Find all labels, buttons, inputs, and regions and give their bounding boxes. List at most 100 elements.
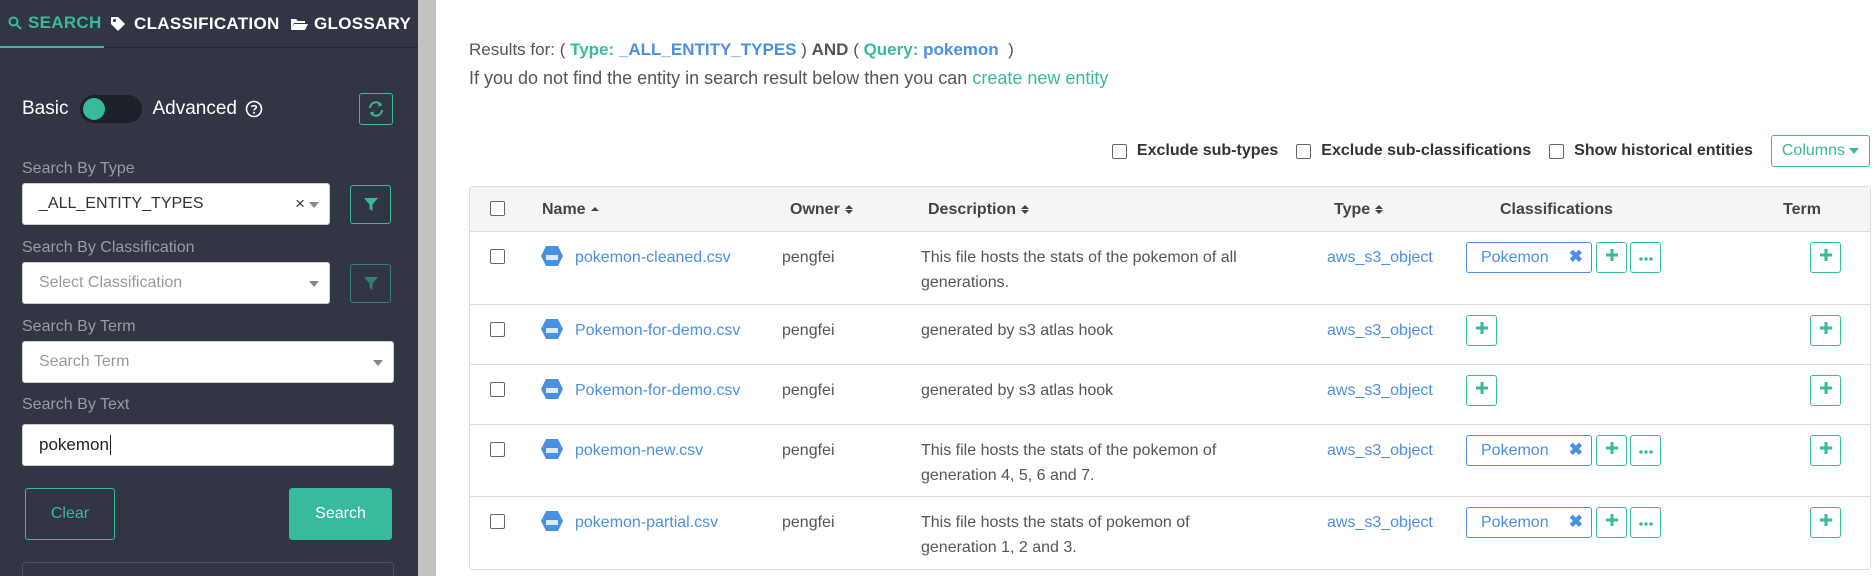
header-description[interactable]: Description xyxy=(928,187,1030,232)
header-type[interactable]: Type xyxy=(1334,187,1384,232)
classification-filter-button[interactable] xyxy=(350,264,391,303)
classification-tag[interactable]: Pokemon ✖ xyxy=(1466,507,1592,538)
select-all-checkbox[interactable] xyxy=(490,201,505,216)
classification-tag[interactable]: Pokemon ✖ xyxy=(1466,242,1592,273)
ellipsis-icon xyxy=(1638,514,1654,532)
show-historical-checkbox[interactable] xyxy=(1549,143,1565,159)
header-term-label: Term xyxy=(1783,200,1821,218)
table-header: Name Owner Description Type Classificati… xyxy=(470,187,1870,232)
remove-tag-icon[interactable]: ✖ xyxy=(1569,247,1583,267)
tab-classification[interactable]: CLASSIFICATION xyxy=(110,0,280,48)
clear-type-icon[interactable]: × xyxy=(295,194,305,214)
more-classifications-button[interactable] xyxy=(1630,242,1661,273)
type-filter-button[interactable] xyxy=(350,185,391,224)
question-circle-icon[interactable] xyxy=(245,100,263,118)
folder-open-icon xyxy=(291,19,308,30)
exclude-subclassifications-checkbox[interactable] xyxy=(1296,143,1312,159)
add-classification-button[interactable] xyxy=(1466,315,1497,346)
entity-type-link[interactable]: aws_s3_object xyxy=(1327,510,1433,535)
plus-icon xyxy=(1605,441,1619,460)
row-checkbox[interactable] xyxy=(490,514,505,529)
remove-tag-icon[interactable]: ✖ xyxy=(1569,440,1583,460)
entity-description: generated by s3 atlas hook xyxy=(921,322,1114,339)
term-select[interactable]: Search Term xyxy=(22,341,394,383)
plus-icon xyxy=(1475,321,1489,340)
add-term-button[interactable] xyxy=(1810,375,1841,406)
clear-button[interactable]: Clear xyxy=(25,488,115,540)
entity-owner: pengfei xyxy=(782,322,835,339)
mode-toggle[interactable] xyxy=(80,95,143,123)
toggle-knob xyxy=(83,98,106,120)
add-classification-button[interactable] xyxy=(1466,375,1497,406)
sort-icon xyxy=(1021,205,1030,214)
classification-tag-label: Pokemon xyxy=(1481,248,1549,266)
add-classification-button[interactable] xyxy=(1596,242,1627,273)
remove-tag-icon[interactable]: ✖ xyxy=(1569,512,1583,532)
plus-icon xyxy=(1819,513,1833,532)
type-select[interactable]: _ALL_ENTITY_TYPES × xyxy=(22,183,330,225)
tags-icon xyxy=(111,17,125,31)
entity-type-link[interactable]: aws_s3_object xyxy=(1327,318,1433,343)
main-content: Results for: ( Type: _ALL_ENTITY_TYPES )… xyxy=(436,0,1876,576)
columns-button[interactable]: Columns xyxy=(1770,135,1870,167)
entity-name-link[interactable]: pokemon-cleaned.csv xyxy=(575,245,731,270)
exclude-subtypes-checkbox[interactable] xyxy=(1111,143,1127,159)
entity-name-link[interactable]: pokemon-partial.csv xyxy=(575,510,718,535)
more-classifications-button[interactable] xyxy=(1630,507,1661,538)
exclude-subtypes-option[interactable]: Exclude sub-types xyxy=(1111,142,1279,160)
filter-icon xyxy=(363,197,378,211)
entity-name-link[interactable]: Pokemon-for-demo.csv xyxy=(575,378,740,403)
classification-placeholder: Select Classification xyxy=(39,274,183,291)
header-type-label: Type xyxy=(1334,200,1371,218)
search-button[interactable]: Search xyxy=(289,488,392,540)
hint-text: If you do not find the entity in search … xyxy=(469,68,968,88)
sidebar: SEARCH CLASSIFICATION GLOSSARY Basic Adv… xyxy=(0,0,418,576)
row-checkbox[interactable] xyxy=(490,322,505,337)
plus-icon xyxy=(1819,441,1833,460)
row-checkbox[interactable] xyxy=(490,382,505,397)
results-prefix: Results for: xyxy=(469,40,555,59)
header-name[interactable]: Name xyxy=(542,187,599,232)
search-text-input[interactable]: pokemon xyxy=(22,424,394,466)
tab-classification-label: CLASSIFICATION xyxy=(134,14,280,33)
results-table: Name Owner Description Type Classificati… xyxy=(469,186,1871,570)
entity-owner: pengfei xyxy=(782,514,835,531)
add-classification-button[interactable] xyxy=(1596,507,1627,538)
refresh-button[interactable] xyxy=(359,93,393,125)
classification-tag[interactable]: Pokemon ✖ xyxy=(1466,435,1592,466)
s3-object-icon xyxy=(540,377,564,406)
more-classifications-button[interactable] xyxy=(1630,435,1661,466)
resize-gutter[interactable] xyxy=(418,0,436,576)
sort-icon xyxy=(1375,205,1384,214)
exclude-subclassifications-option[interactable]: Exclude sub-classifications xyxy=(1296,142,1531,160)
saved-searches-panel xyxy=(22,562,394,576)
row-checkbox[interactable] xyxy=(490,249,505,264)
add-term-button[interactable] xyxy=(1810,507,1841,538)
classification-select[interactable]: Select Classification xyxy=(22,262,330,304)
entity-type-link[interactable]: aws_s3_object xyxy=(1327,245,1433,270)
entity-name-link[interactable]: Pokemon-for-demo.csv xyxy=(575,318,740,343)
entity-description: This file hosts the stats of pokemon of … xyxy=(921,514,1190,556)
header-owner[interactable]: Owner xyxy=(790,187,853,232)
exclude-subtypes-label: Exclude sub-types xyxy=(1136,142,1279,159)
row-checkbox[interactable] xyxy=(490,442,505,457)
add-term-button[interactable] xyxy=(1810,315,1841,346)
search-options: Exclude sub-types Exclude sub-classifica… xyxy=(1111,135,1870,167)
entity-type-link[interactable]: aws_s3_object xyxy=(1327,378,1433,403)
add-classification-button[interactable] xyxy=(1596,435,1627,466)
entity-name-link[interactable]: pokemon-new.csv xyxy=(575,438,703,463)
tab-search-label: SEARCH xyxy=(28,13,102,32)
chevron-down-icon xyxy=(309,281,319,287)
show-historical-option[interactable]: Show historical entities xyxy=(1549,142,1753,160)
show-historical-label: Show historical entities xyxy=(1574,142,1753,159)
search-mode-row: Basic Advanced xyxy=(22,92,263,126)
add-term-button[interactable] xyxy=(1810,435,1841,466)
tab-glossary[interactable]: GLOSSARY xyxy=(290,0,411,48)
entity-type-link[interactable]: aws_s3_object xyxy=(1327,438,1433,463)
add-term-button[interactable] xyxy=(1810,242,1841,273)
ellipsis-icon xyxy=(1638,249,1654,267)
tab-search[interactable]: SEARCH xyxy=(0,0,104,48)
entity-owner: pengfei xyxy=(782,442,835,459)
tab-glossary-label: GLOSSARY xyxy=(314,14,412,33)
create-entity-link[interactable]: create new entity xyxy=(972,68,1108,88)
